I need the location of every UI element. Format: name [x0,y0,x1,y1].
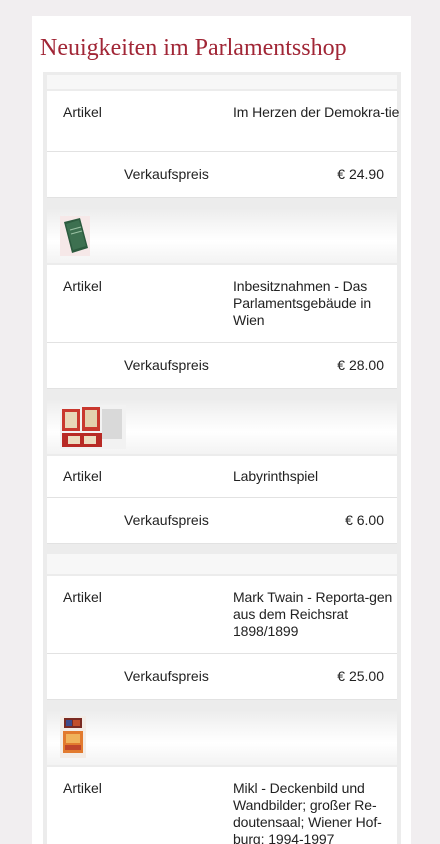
price-value: € 6.00 [345,512,384,528]
article-label: Artikel [63,780,102,796]
article-row: Artikel Inbesitznahmen - Das Parlamentsg… [47,265,397,343]
shop-news-card: Neuigkeiten im Parlamentsshop Artikel Im… [32,16,411,844]
painting-thumbnail[interactable] [60,716,86,758]
article-name[interactable]: Labyrinthspiel [233,468,403,485]
product-list: Artikel Im Herzen der Demokra-tie Verkau… [43,72,401,844]
book-thumbnail[interactable] [60,216,90,256]
product-item[interactable]: Artikel Labyrinthspiel Verkaufspreis € 6… [43,396,401,551]
article-row: Artikel Mark Twain - Reporta-gen aus dem… [47,576,397,654]
article-name[interactable]: Im Herzen der Demokra-tie [233,104,403,138]
product-item[interactable]: Artikel Mark Twain - Reporta-gen aus dem… [43,551,401,707]
price-value: € 28.00 [337,357,384,373]
product-item[interactable]: Artikel Im Herzen der Demokra-tie Verkau… [43,72,401,205]
product-item[interactable]: Artikel Mikl - Deckenbild und Wandbilder… [43,707,401,844]
product-image-band [47,208,397,263]
article-name[interactable]: Mikl - Deckenbild und Wandbilder; großer… [233,780,403,844]
price-label: Verkaufspreis [124,512,209,528]
game-thumbnail[interactable] [60,405,126,449]
article-row: Artikel Labyrinthspiel [47,456,397,498]
price-row: Verkaufspreis € 6.00 [47,498,397,544]
price-value: € 25.00 [337,668,384,684]
article-row: Artikel Mikl - Deckenbild und Wandbilder… [47,767,397,844]
article-row: Artikel Im Herzen der Demokra-tie [47,91,399,152]
page-title: Neuigkeiten im Parlamentsshop [40,35,347,61]
price-value: € 24.90 [337,166,384,182]
price-label: Verkaufspreis [124,166,209,182]
product-image-band [47,554,397,574]
article-label: Artikel [63,468,102,484]
product-image-band [47,399,397,454]
article-label: Artikel [63,589,102,605]
price-row: Verkaufspreis € 25.00 [47,654,397,700]
price-row: Verkaufspreis € 24.90 [47,152,397,198]
price-label: Verkaufspreis [124,668,209,684]
article-label: Artikel [63,278,102,294]
price-label: Verkaufspreis [124,357,209,373]
article-name[interactable]: Mark Twain - Reporta-gen aus dem Reichsr… [233,589,403,640]
product-item[interactable]: Artikel Inbesitznahmen - Das Parlamentsg… [43,205,401,396]
price-row: Verkaufspreis € 28.00 [47,343,397,389]
article-name[interactable]: Inbesitznahmen - Das Parlamentsgebäude i… [233,278,403,329]
product-image-band [47,710,397,765]
article-label: Artikel [63,104,102,120]
product-image-band [47,75,397,89]
